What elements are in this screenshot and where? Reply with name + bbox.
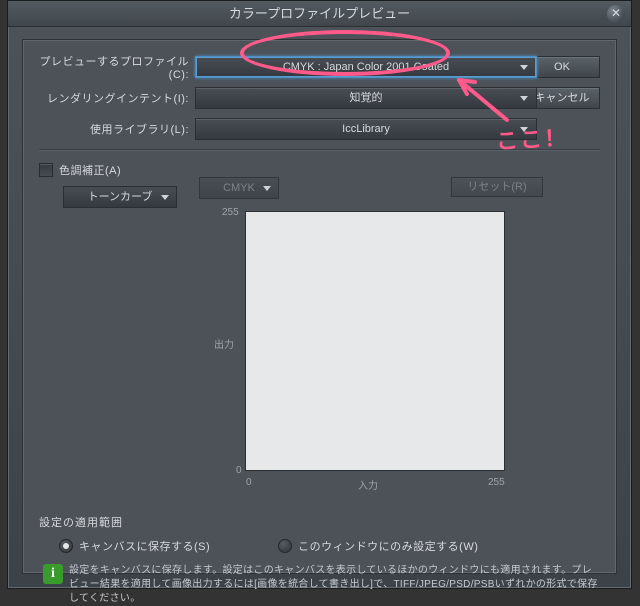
colormodel-select: CMYK: [199, 177, 279, 199]
scope-radio-window[interactable]: このウィンドウにのみ設定する(W): [278, 538, 478, 554]
graph-area: 255 0 0 255 出力 入力: [218, 206, 523, 501]
library-value: IccLibrary: [342, 123, 390, 135]
chevron-down-icon: [520, 96, 528, 101]
chevron-down-icon: [161, 195, 169, 200]
intent-value: 知覚的: [350, 92, 383, 104]
scope-info-text: 設定をキャンバスに保存します。設定はこのキャンバスを表示しているほかのウィンドウ…: [69, 564, 600, 606]
y-axis-min: 0: [236, 465, 242, 476]
curve-value: トーンカーブ: [88, 191, 153, 203]
scope-section: 設定の適用範囲 キャンバスに保存する(S) このウィンドウにのみ設定する(W) …: [39, 514, 600, 606]
colormodel-value: CMYK: [223, 182, 255, 194]
chevron-down-icon: [520, 65, 528, 70]
reset-button: リセット(R): [451, 177, 543, 197]
separator: [39, 149, 600, 150]
tone-curve-graph: [245, 211, 505, 471]
radio-icon: [59, 539, 73, 553]
library-label: 使用ライブラリ(L):: [39, 121, 195, 137]
scope-radio-canvas[interactable]: キャンバスに保存する(S): [59, 538, 210, 554]
intent-select[interactable]: 知覚的: [195, 87, 537, 109]
chevron-down-icon: [520, 127, 528, 132]
y-axis-label: 出力: [214, 336, 234, 351]
titlebar: カラープロファイルプレビュー ✕: [8, 1, 631, 27]
radio-icon: [278, 539, 292, 553]
intent-label: レンダリングインテント(I):: [39, 90, 195, 106]
tone-label: 色調補正(A): [59, 162, 121, 178]
profile-label: プレビューするプロファイル(C):: [39, 53, 195, 81]
y-axis-max: 255: [222, 207, 239, 218]
scope-opt1-label: キャンバスに保存する(S): [79, 538, 210, 554]
x-axis-max: 255: [488, 477, 505, 488]
library-select[interactable]: IccLibrary: [195, 118, 537, 140]
tone-checkbox[interactable]: [39, 163, 53, 177]
profile-select[interactable]: CMYK : Japan Color 2001 Coated: [195, 56, 537, 78]
scope-title: 設定の適用範囲: [39, 514, 600, 530]
curve-select[interactable]: トーンカーブ: [63, 186, 177, 208]
dialog-title: カラープロファイルプレビュー: [229, 6, 410, 21]
dialog-body: OK キャンセル プレビューするプロファイル(C): CMYK : Japan …: [22, 39, 617, 574]
info-icon: i: [43, 564, 63, 584]
dialog: カラープロファイルプレビュー ✕ OK キャンセル プレビューするプロファイル(…: [7, 0, 632, 589]
profile-value: CMYK : Japan Color 2001 Coated: [283, 61, 449, 73]
close-icon[interactable]: ✕: [607, 5, 625, 23]
x-axis-min: 0: [246, 477, 252, 488]
chevron-down-icon: [263, 186, 271, 191]
scope-opt2-label: このウィンドウにのみ設定する(W): [298, 538, 478, 554]
x-axis-label: 入力: [358, 477, 378, 492]
